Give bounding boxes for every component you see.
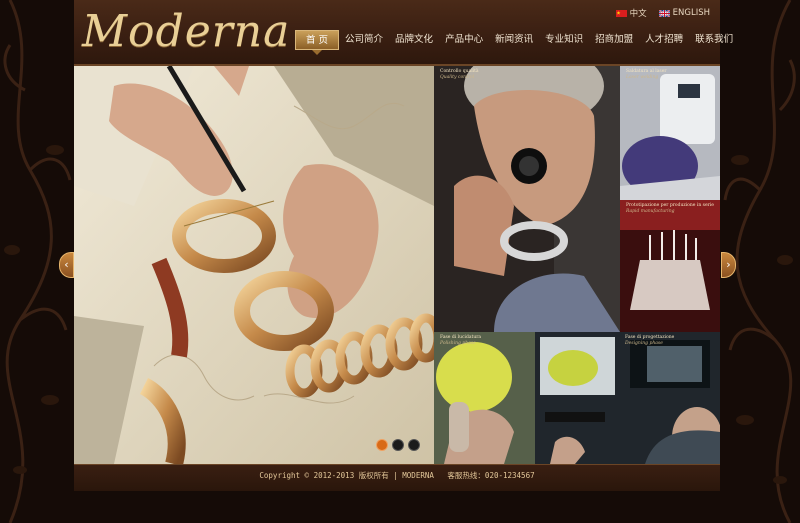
polishing-photo: Fase di lucidatura Polishing phase xyxy=(434,332,535,464)
designing-photo: Fase di progettazione Designing phase xyxy=(535,332,720,464)
quality-caption-title: Controllo qualità xyxy=(440,69,479,74)
slider-pagination xyxy=(376,439,420,451)
prototype-caption-title: Prototipazione per produzione in serie xyxy=(626,203,714,208)
nav-item-about[interactable]: 公司简介 xyxy=(339,30,389,50)
footer: Copyright © 2012-2013 版权所有 | MODERNA 客服热… xyxy=(74,464,720,491)
nav-item-contact[interactable]: 联系我们 xyxy=(689,30,739,50)
lang-chinese-label: 中文 xyxy=(629,9,647,19)
language-switcher: 中文 ENGLISH xyxy=(615,7,710,19)
design-caption: Fase di progettazione Designing phase xyxy=(625,335,674,346)
header: Moderna 中文 ENGLISH 首 页 公司简介 品牌文化 产品中心 新闻… xyxy=(74,0,733,66)
nav-item-home[interactable]: 首 页 xyxy=(295,30,340,55)
lang-english-label: ENGLISH xyxy=(672,8,710,18)
quality-control-photo: Controllo qualità Quality control xyxy=(434,66,620,332)
slider-prev-button[interactable]: ‹ xyxy=(59,252,74,278)
lang-chinese[interactable]: 中文 xyxy=(615,7,647,19)
laser-caption-title: Saldatura al laser xyxy=(626,69,667,74)
laser-welding-photo: Saldatura al laser Laser welding xyxy=(620,66,720,200)
main-nav: 首 页 公司简介 品牌文化 产品中心 新闻资讯 专业知识 招商加盟 人才招聘 联… xyxy=(295,30,739,55)
design-caption-title: Fase di progettazione xyxy=(625,335,675,340)
nav-item-products[interactable]: 产品中心 xyxy=(439,30,489,50)
china-flag-icon xyxy=(615,9,627,17)
nav-item-franchise[interactable]: 招商加盟 xyxy=(589,30,639,50)
quality-caption-sub: Quality control xyxy=(440,74,475,80)
logo[interactable]: Moderna xyxy=(82,6,290,57)
slider-dot[interactable] xyxy=(408,439,420,451)
polishing-caption-sub: Polishing phase xyxy=(440,340,476,346)
polishing-caption-title: Fase di lucidatura xyxy=(440,335,482,340)
laser-caption: Saldatura al laser Laser welding xyxy=(626,69,667,80)
chevron-right-icon: › xyxy=(726,258,731,271)
laser-caption-sub: Laser welding xyxy=(626,74,659,80)
prototype-caption-sub: Rapid manufacturing xyxy=(626,208,675,214)
nav-item-knowledge[interactable]: 专业知识 xyxy=(539,30,589,50)
chevron-left-icon: ‹ xyxy=(64,258,69,271)
prototype-caption: Prototipazione per produzione in serie R… xyxy=(626,203,714,214)
banner-slider[interactable]: Controllo qualità Quality control Saldat… xyxy=(74,66,720,464)
slider-dot[interactable] xyxy=(392,439,404,451)
nav-item-jobs[interactable]: 人才招聘 xyxy=(639,30,689,50)
polishing-caption: Fase di lucidatura Polishing phase xyxy=(440,335,481,346)
lang-english[interactable]: ENGLISH xyxy=(658,7,710,19)
quality-caption: Controllo qualità Quality control xyxy=(440,69,479,80)
nav-item-brand[interactable]: 品牌文化 xyxy=(389,30,439,50)
prototype-photo: Prototipazione per produzione in serie R… xyxy=(620,200,720,332)
uk-flag-icon xyxy=(658,8,671,18)
nav-item-news[interactable]: 新闻资讯 xyxy=(489,30,539,50)
design-caption-sub: Designing phase xyxy=(625,340,663,346)
copyright-text: Copyright © 2012-2013 版权所有 | MODERNA 客服热… xyxy=(259,471,535,480)
slider-dot[interactable] xyxy=(376,439,388,451)
site-container: Moderna 中文 ENGLISH 首 页 公司简介 品牌文化 产品中心 新闻… xyxy=(74,0,733,491)
jewelry-sketch-photo xyxy=(74,66,434,464)
